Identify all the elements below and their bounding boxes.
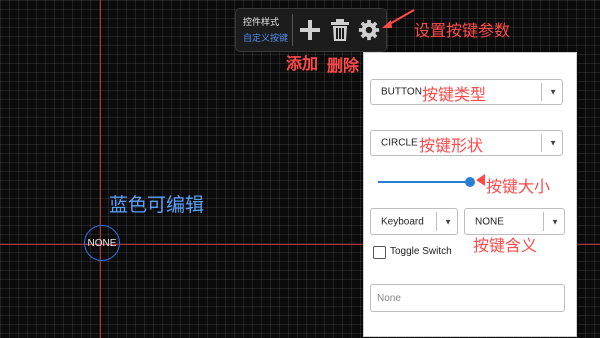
gear-icon [358, 19, 380, 41]
virtual-button[interactable]: NONE [84, 225, 120, 261]
size-slider-track[interactable] [378, 181, 470, 183]
trash-icon [331, 19, 349, 41]
dropdown-arrow-icon: ▼ [549, 138, 557, 148]
key-size-annotation: 按键大小 [486, 179, 551, 196]
size-slider-thumb[interactable] [465, 177, 475, 187]
toggle-switch-checkbox[interactable] [373, 246, 386, 259]
dropdown-arrow-icon: ▼ [444, 217, 452, 226]
toolbar-subtitle[interactable]: 自定义按键 [243, 31, 288, 44]
button-type-value: BUTTON [381, 86, 422, 98]
key-type-annotation: 按键类型 [422, 87, 487, 104]
plus-icon [300, 20, 320, 40]
add-annotation: 添加 [286, 56, 319, 73]
toolbar-divider [292, 14, 293, 46]
add-button[interactable] [295, 15, 325, 45]
control-toolbar: 控件样式 自定义按键 [235, 8, 387, 52]
vertical-axis-line [100, 0, 101, 338]
delete-annotation: 删除 [327, 58, 360, 75]
key-shape-annotation: 按键形状 [419, 138, 484, 155]
settings-arrow-icon [382, 9, 415, 28]
button-shape-value: CIRCLE [381, 137, 418, 149]
settings-panel: BUTTON ▼ 按键类型 CIRCLE ▼ 按键形状 按键大小 Keyboar… [363, 52, 577, 337]
delete-button[interactable] [325, 15, 355, 45]
select-divider [541, 134, 542, 152]
key-text-field[interactable] [370, 284, 565, 312]
select-divider [436, 212, 437, 231]
select-divider [543, 212, 544, 231]
input-kind-select[interactable]: Keyboard ▼ [370, 208, 458, 235]
toggle-switch-label: Toggle Switch [390, 246, 452, 257]
key-meaning-annotation: 按键含义 [473, 238, 538, 255]
select-divider [541, 83, 542, 101]
virtual-button-label: NONE [87, 237, 117, 249]
key-mapping-select[interactable]: NONE ▼ [464, 208, 565, 235]
input-kind-value: Keyboard [381, 216, 424, 227]
dropdown-arrow-icon: ▼ [551, 217, 559, 226]
dropdown-arrow-icon: ▼ [549, 87, 557, 97]
toolbar-title: 控件样式 [243, 17, 280, 27]
key-mapping-value: NONE [475, 216, 504, 227]
editable-hint: 蓝色可编辑 [109, 195, 205, 216]
settings-annotation: 设置按键参数 [414, 23, 511, 40]
